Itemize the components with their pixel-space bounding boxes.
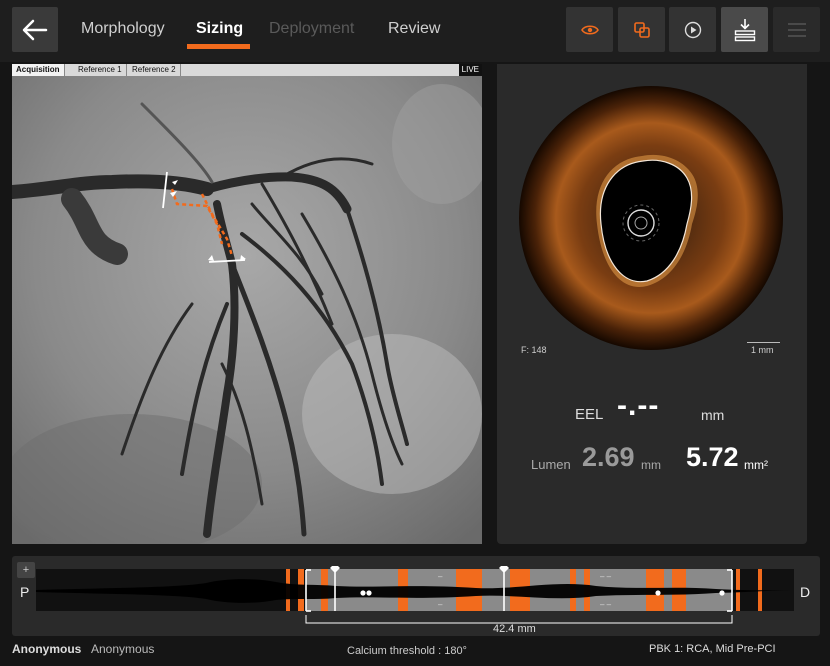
lumen-label: Lumen (531, 457, 571, 472)
tab-morphology[interactable]: Morphology (81, 20, 165, 38)
lumen-area-value: 5.72 (686, 442, 739, 472)
eel-label: EEL (575, 406, 604, 423)
oct-panel: F: 148 1 mm EEL -.-- mm Lumen 2.69 mm 5.… (497, 64, 807, 544)
angio-tab-bar: Acquisition Reference 1 Reference 2 LIVE (12, 64, 482, 76)
eel-value: -.-- (617, 389, 660, 422)
view-toggle-button[interactable] (566, 7, 613, 52)
oct-cross-section-image[interactable] (497, 64, 807, 354)
lumen-diameter-unit: mm (641, 458, 661, 472)
download-button[interactable] (721, 7, 768, 52)
patient-name: Anonymous (12, 642, 82, 656)
tab-review[interactable]: Review (388, 20, 440, 38)
frame-number: F: 148 (521, 345, 547, 355)
length-bracket (305, 615, 733, 624)
zoom-in-button[interactable]: + (17, 562, 35, 578)
overlap-icon (633, 21, 650, 38)
back-arrow-icon (22, 19, 48, 40)
play-button[interactable] (669, 7, 716, 52)
menu-button[interactable] (773, 7, 820, 52)
angiogram-image (12, 64, 482, 544)
play-icon (684, 21, 701, 38)
longitudinal-view-panel: + P D – – – – – – 42.4 mm (12, 556, 820, 636)
patient-id: Anonymous (91, 642, 155, 656)
download-icon (734, 18, 755, 41)
scale-bar (747, 342, 780, 343)
tab-sizing[interactable]: Sizing (196, 20, 243, 38)
inner-mark: – – (600, 572, 612, 581)
longitudinal-vessel-view[interactable]: – – – – – – (36, 566, 796, 636)
lumen-area-unit: mm² (744, 458, 768, 472)
inner-mark: – (438, 600, 443, 609)
active-tab-indicator (187, 44, 250, 49)
live-indicator: LIVE (458, 64, 482, 76)
angio-tab-acquisition[interactable]: Acquisition (12, 64, 65, 76)
angio-tab-reference-2[interactable]: Reference 2 (128, 64, 181, 76)
eye-icon (580, 24, 599, 35)
eel-unit: mm (701, 407, 725, 423)
angio-tab-reference-1[interactable]: Reference 1 (74, 64, 127, 76)
angiogram-view[interactable]: Acquisition Reference 1 Reference 2 LIVE (12, 64, 482, 544)
stent-length-label: 42.4 mm (493, 623, 536, 635)
overlap-button[interactable] (618, 7, 665, 52)
tab-deployment: Deployment (269, 20, 355, 37)
calcium-threshold: Calcium threshold : 180° (347, 645, 467, 657)
inner-mark: – – (600, 600, 612, 609)
proximal-label: P (20, 584, 30, 600)
lumen-diameter-value: 2.69 (582, 442, 635, 472)
back-button[interactable] (12, 7, 58, 52)
menu-icon (787, 22, 806, 37)
distal-label: D (800, 584, 811, 600)
case-info: PBK 1: RCA, Mid Pre-PCI (649, 643, 776, 655)
inner-mark: – (438, 572, 443, 581)
scale-label: 1 mm (751, 345, 774, 355)
